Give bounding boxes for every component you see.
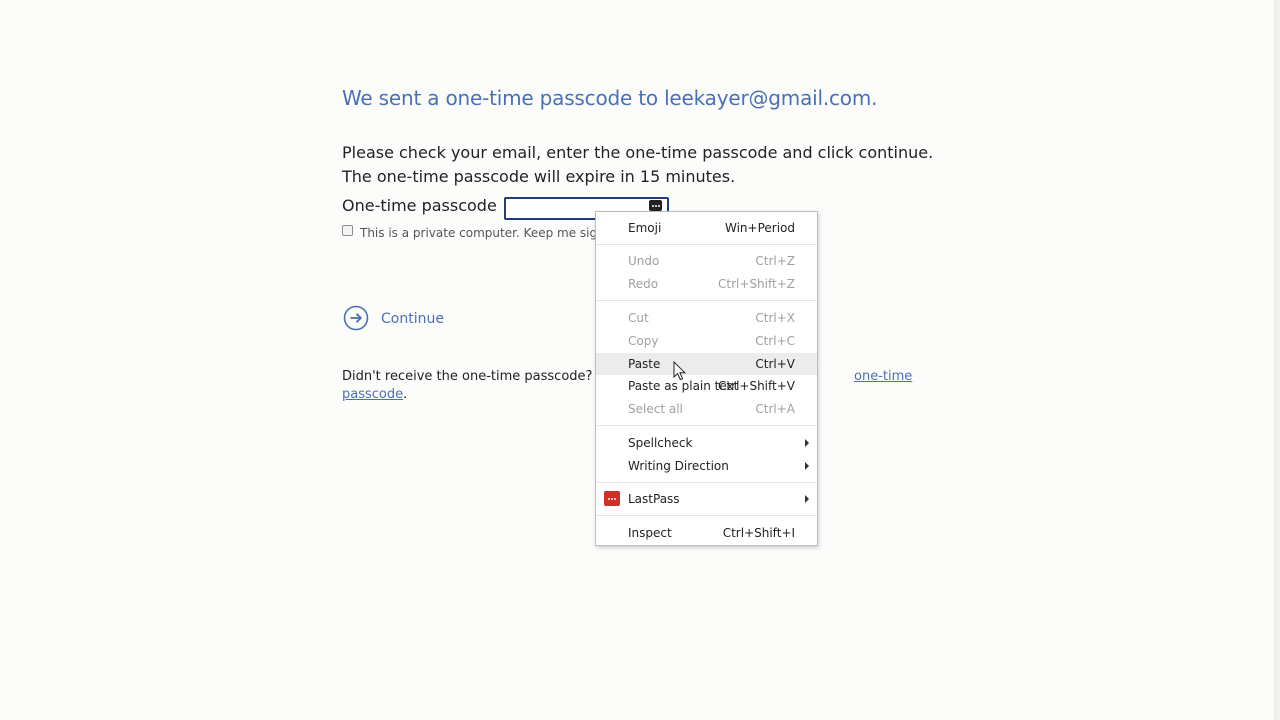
menu-label: LastPass [628, 492, 680, 506]
menu-item-select-all[interactable]: Select all Ctrl+A [596, 398, 817, 420]
resend-text: Didn't receive the one-time passcode? Ch [342, 369, 614, 384]
menu-shortcut: Win+Period [724, 221, 795, 235]
menu-item-inspect[interactable]: Inspect Ctrl+Shift+I [596, 522, 817, 544]
menu-divider [597, 300, 816, 301]
lastpass-icon [604, 491, 620, 506]
instructions: Please check your email, enter the one-t… [342, 141, 933, 188]
menu-shortcut: Ctrl+A [755, 402, 795, 416]
context-menu: Emoji Win+Period Undo Ctrl+Z Redo Ctrl+S… [595, 211, 818, 546]
passcode-label: One-time passcode [342, 196, 497, 215]
menu-label: Cut [628, 311, 649, 325]
menu-label: Paste [628, 357, 661, 371]
menu-shortcut: Ctrl+V [755, 357, 795, 371]
menu-item-emoji[interactable]: Emoji Win+Period [596, 217, 817, 239]
scrollbar-track[interactable] [1274, 0, 1280, 720]
keep-signed-in-label: This is a private computer. Keep me sign… [360, 226, 620, 240]
submenu-arrow-icon [805, 462, 809, 470]
menu-divider [597, 482, 816, 483]
menu-item-paste-plain-text[interactable]: Paste as plain text Ctrl+Shift+V [596, 375, 817, 397]
submenu-arrow-icon [805, 495, 809, 503]
menu-label: Emoji [628, 221, 662, 235]
submenu-arrow-icon [805, 439, 809, 447]
page: We sent a one-time passcode to leekayer@… [0, 0, 1280, 720]
menu-item-copy[interactable]: Copy Ctrl+C [596, 330, 817, 352]
menu-shortcut: Ctrl+Shift+V [718, 379, 795, 393]
page-title: We sent a one-time passcode to leekayer@… [342, 86, 878, 110]
lastpass-field-icon[interactable] [649, 200, 662, 211]
menu-divider [597, 515, 816, 516]
menu-divider [597, 244, 816, 245]
menu-shortcut: Ctrl+X [755, 311, 795, 325]
resend-link-part-2[interactable]: passcode [342, 387, 403, 402]
instructions-line-1: Please check your email, enter the one-t… [342, 143, 934, 162]
menu-shortcut: Ctrl+Shift+I [722, 526, 795, 540]
mouse-pointer-icon [673, 361, 687, 381]
menu-divider [597, 425, 816, 426]
menu-label: Spellcheck [628, 436, 693, 450]
menu-label: Select all [628, 402, 683, 416]
menu-item-lastpass[interactable]: LastPass [596, 488, 817, 510]
continue-button[interactable]: Continue [381, 311, 444, 327]
menu-item-cut[interactable]: Cut Ctrl+X [596, 307, 817, 329]
keep-signed-in-checkbox[interactable] [342, 225, 353, 236]
resend-link-part-1[interactable]: one-time [854, 369, 912, 384]
menu-item-writing-direction[interactable]: Writing Direction [596, 455, 817, 477]
menu-label: Undo [628, 254, 660, 268]
menu-item-spellcheck[interactable]: Spellcheck [596, 432, 817, 454]
menu-label: Copy [628, 334, 659, 348]
menu-item-undo[interactable]: Undo Ctrl+Z [596, 250, 817, 272]
menu-item-paste[interactable]: Paste Ctrl+V [596, 353, 817, 375]
instructions-line-2: The one-time passcode will expire in 15 … [342, 166, 736, 186]
menu-item-redo[interactable]: Redo Ctrl+Shift+Z [596, 273, 817, 295]
menu-shortcut: Ctrl+C [755, 334, 795, 348]
menu-shortcut: Ctrl+Shift+Z [718, 277, 795, 291]
resend-trailing: . [403, 387, 408, 402]
menu-label: Inspect [628, 526, 672, 540]
menu-label: Redo [628, 277, 659, 291]
arrow-right-circle-icon[interactable] [343, 305, 369, 331]
menu-shortcut: Ctrl+Z [755, 254, 795, 268]
menu-label: Writing Direction [628, 459, 729, 473]
